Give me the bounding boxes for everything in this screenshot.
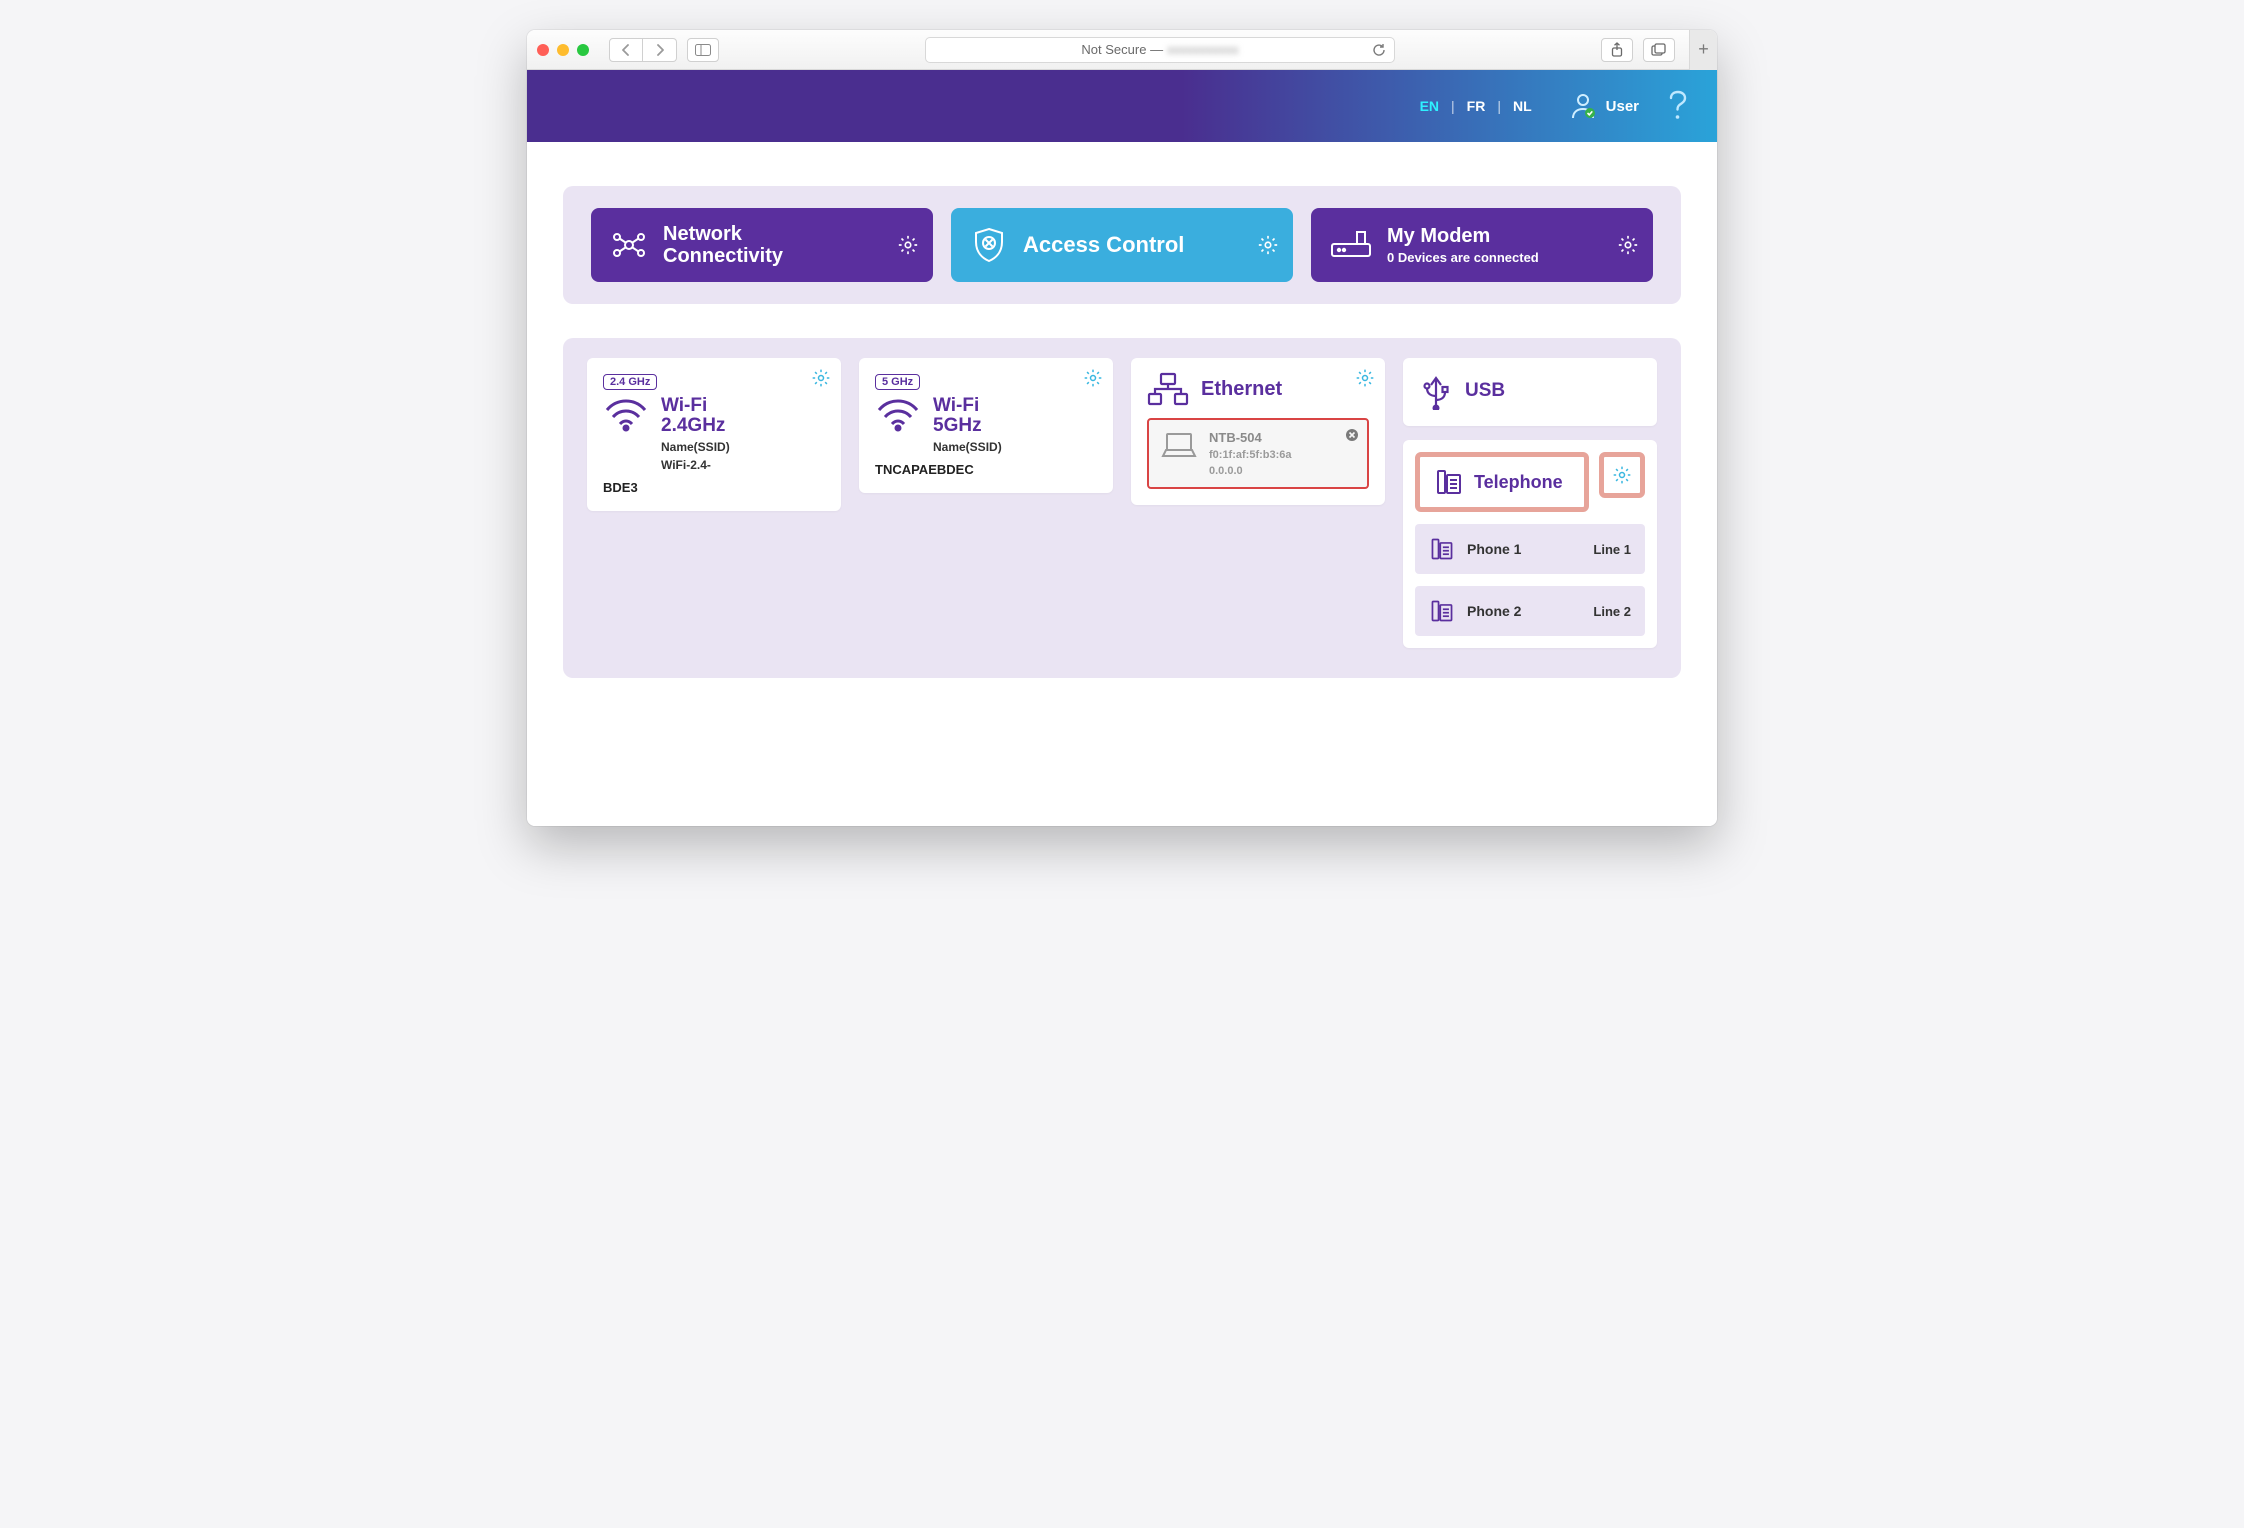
usb-icon [1419, 372, 1453, 410]
telephone-header[interactable]: Telephone [1415, 452, 1589, 512]
toolbar-right: + [1601, 30, 1707, 70]
network-icon [609, 225, 649, 265]
ethernet-icon [1147, 372, 1189, 406]
share-button[interactable] [1601, 38, 1633, 62]
tabs-button[interactable] [1643, 38, 1675, 62]
phone-name: Phone 1 [1467, 541, 1521, 557]
device-ip: 0.0.0.0 [1209, 465, 1292, 477]
lang-fr[interactable]: FR [1467, 98, 1486, 114]
close-window-button[interactable] [537, 44, 549, 56]
card-wifi-5[interactable]: 5 GHz Wi-Fi 5GHz Name(SSID) TNCAPAEBDE [859, 358, 1113, 493]
band-badge: 5 GHz [875, 374, 920, 390]
card-usb[interactable]: USB [1403, 358, 1657, 426]
forward-button[interactable] [643, 38, 677, 62]
telephone-settings-button[interactable] [1599, 452, 1645, 498]
back-button[interactable] [609, 38, 643, 62]
cards-grid: 2.4 GHz Wi-Fi 2.4GHz Name(SSID) WiFi-2.4… [563, 338, 1681, 678]
sidebar-toggle-button[interactable] [687, 38, 719, 62]
device-mac: f0:1f:af:5f:b3:6a [1209, 449, 1292, 461]
page-content: Network Connectivity Access Control [527, 186, 1717, 826]
nav-buttons [609, 38, 677, 62]
gear-icon[interactable] [1083, 368, 1103, 388]
telephone-title: Telephone [1474, 472, 1563, 493]
help-icon[interactable] [1667, 90, 1689, 122]
right-column: USB Telepho [1403, 358, 1657, 648]
gear-icon[interactable] [811, 368, 831, 388]
ssid-value-top: WiFi-2.4- [661, 458, 730, 472]
wifi-icon [603, 396, 649, 432]
device-name: NTB-504 [1209, 430, 1292, 445]
tile-title-2: Connectivity [663, 245, 783, 267]
tile-access-control[interactable]: Access Control [951, 208, 1293, 282]
laptop-icon [1161, 430, 1197, 477]
reload-icon[interactable] [1372, 43, 1386, 57]
browser-window: Not Secure — xxxxxxxxxxx + EN | FR | NL [527, 30, 1717, 826]
minimize-window-button[interactable] [557, 44, 569, 56]
lang-en[interactable]: EN [1420, 98, 1439, 114]
card-title: USB [1465, 381, 1505, 401]
browser-chrome: Not Secure — xxxxxxxxxxx + [527, 30, 1717, 70]
app-header: EN | FR | NL User [527, 70, 1717, 142]
address-prefix: Not Secure — [1081, 42, 1163, 57]
ssid-value: TNCAPAEBDEC [875, 462, 1097, 477]
shield-icon [969, 225, 1009, 265]
tile-title: Network [663, 223, 783, 245]
tile-title: My Modem [1387, 225, 1539, 247]
telephone-icon [1429, 536, 1455, 562]
modem-icon [1329, 228, 1373, 262]
remove-icon[interactable] [1345, 428, 1359, 442]
phone-row-2[interactable]: Phone 2 Line 2 [1415, 586, 1645, 636]
maximize-window-button[interactable] [577, 44, 589, 56]
band-badge: 2.4 GHz [603, 374, 657, 390]
tile-title: Access Control [1023, 233, 1184, 257]
address-host: xxxxxxxxxxx [1167, 42, 1239, 57]
ethernet-device[interactable]: NTB-504 f0:1f:af:5f:b3:6a 0.0.0.0 [1147, 418, 1369, 489]
ssid-value-bottom: BDE3 [603, 480, 825, 495]
top-tiles: Network Connectivity Access Control [563, 186, 1681, 304]
phone-line: Line 2 [1593, 604, 1631, 619]
phone-line: Line 1 [1593, 542, 1631, 557]
card-title: Wi-Fi [933, 396, 1002, 416]
tile-subtitle: 0 Devices are connected [1387, 251, 1539, 265]
wifi-icon [875, 396, 921, 432]
phone-row-1[interactable]: Phone 1 Line 1 [1415, 524, 1645, 574]
card-title-2: 2.4GHz [661, 416, 730, 436]
new-tab-button[interactable]: + [1689, 30, 1717, 70]
card-title: Ethernet [1201, 379, 1282, 400]
language-switcher: EN | FR | NL [1420, 98, 1532, 114]
gear-icon[interactable] [1355, 368, 1375, 388]
card-title-2: 5GHz [933, 416, 1002, 436]
user-icon [1570, 91, 1596, 121]
gear-icon[interactable] [1617, 234, 1639, 256]
ssid-label: Name(SSID) [661, 440, 730, 454]
ssid-label: Name(SSID) [933, 440, 1002, 454]
card-telephone: Telephone [1403, 440, 1657, 648]
gear-icon[interactable] [1257, 234, 1279, 256]
telephone-icon [1434, 467, 1464, 497]
user-menu[interactable]: User [1570, 91, 1639, 121]
tile-network-connectivity[interactable]: Network Connectivity [591, 208, 933, 282]
card-ethernet[interactable]: Ethernet NTB-504 f0:1f:af:5f:b3:6a 0. [1131, 358, 1385, 505]
lang-nl[interactable]: NL [1513, 98, 1532, 114]
window-controls [537, 44, 589, 56]
telephone-icon [1429, 598, 1455, 624]
gear-icon [1612, 465, 1632, 485]
gear-icon[interactable] [897, 234, 919, 256]
card-wifi-24[interactable]: 2.4 GHz Wi-Fi 2.4GHz Name(SSID) WiFi-2.4… [587, 358, 841, 511]
user-label: User [1606, 98, 1639, 115]
address-bar[interactable]: Not Secure — xxxxxxxxxxx [925, 37, 1395, 63]
card-title: Wi-Fi [661, 396, 730, 416]
telephone-header-row: Telephone [1415, 452, 1645, 512]
tile-my-modem[interactable]: My Modem 0 Devices are connected [1311, 208, 1653, 282]
phone-name: Phone 2 [1467, 603, 1521, 619]
